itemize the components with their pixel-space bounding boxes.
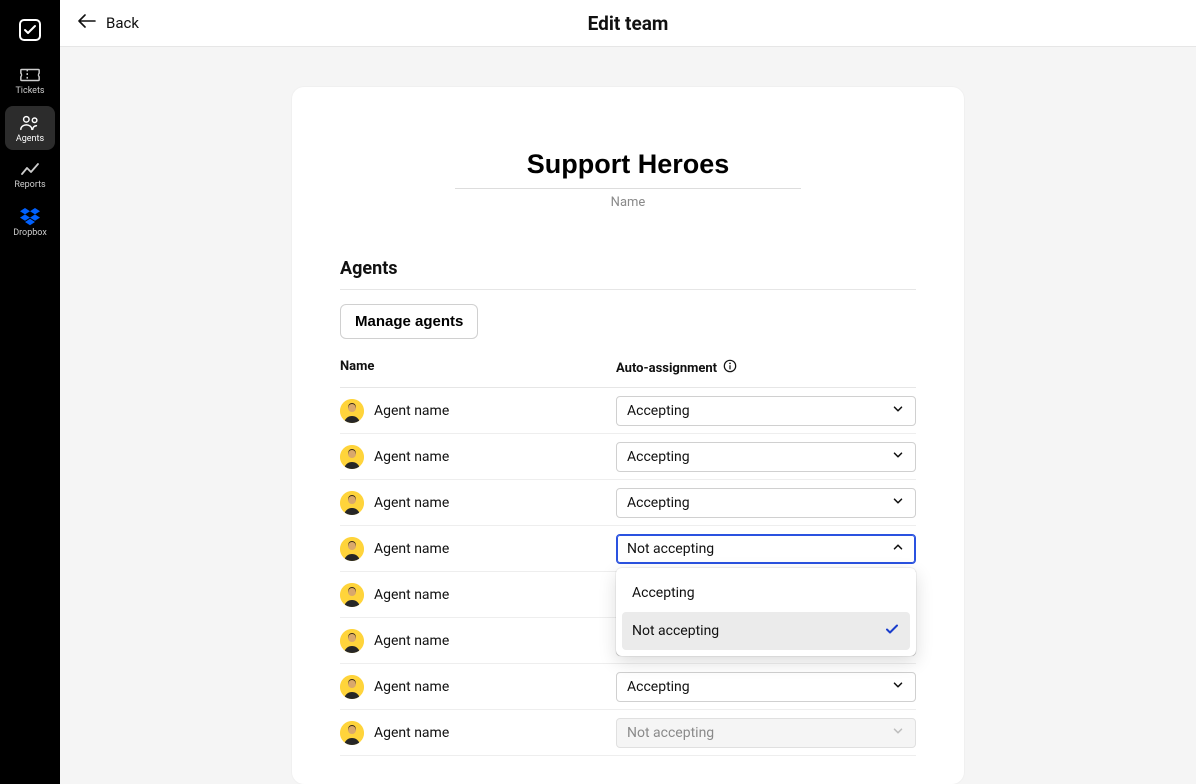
agents-section-title: Agents <box>340 258 916 290</box>
agent-name: Agent name <box>374 541 449 557</box>
main: Back Edit team Name Agents Manage agents… <box>60 0 1196 784</box>
cell-name: Agent name <box>340 629 616 653</box>
chevron-down-icon <box>891 448 905 466</box>
agents-table: Name Auto-assignment <box>340 351 916 756</box>
cell-name: Agent name <box>340 537 616 561</box>
team-name-field: Name <box>340 145 916 210</box>
avatar <box>340 721 364 745</box>
agent-name: Agent name <box>374 449 449 465</box>
dropdown-option-label: Not accepting <box>632 623 719 639</box>
auto-assignment-select[interactable]: Accepting <box>616 442 916 472</box>
agents-icon <box>19 114 41 132</box>
agent-name: Agent name <box>374 633 449 649</box>
cell-auto-assignment: Accepting <box>616 442 916 472</box>
select-value: Accepting <box>627 679 690 695</box>
topbar: Back Edit team <box>60 0 1196 47</box>
auto-assignment-select[interactable]: Accepting <box>616 488 916 518</box>
check-icon <box>884 621 900 641</box>
auto-assignment-select: Not accepting <box>616 718 916 748</box>
chevron-down-icon <box>891 402 905 420</box>
agent-name: Agent name <box>374 679 449 695</box>
sidebar-item-dropbox[interactable]: Dropbox <box>5 200 55 244</box>
info-icon[interactable] <box>723 359 737 377</box>
dropdown-option-label: Accepting <box>632 585 695 601</box>
back-button[interactable]: Back <box>78 14 139 32</box>
table-row: Agent name Not accepting AcceptingNot acc… <box>340 526 916 572</box>
chevron-down-icon <box>891 678 905 696</box>
team-name-label: Name <box>611 195 646 210</box>
auto-assignment-select[interactable]: Not accepting <box>616 534 916 564</box>
edit-team-card: Name Agents Manage agents Name Auto-assi… <box>292 87 964 784</box>
back-label: Back <box>106 14 139 32</box>
sidebar-item-label: Reports <box>14 180 45 190</box>
manage-agents-button[interactable]: Manage agents <box>340 304 478 339</box>
auto-assignment-select[interactable]: Accepting <box>616 672 916 702</box>
cell-auto-assignment: Not accepting <box>616 718 916 748</box>
cell-name: Agent name <box>340 721 616 745</box>
select-value: Accepting <box>627 403 690 419</box>
dropbox-icon <box>20 208 40 226</box>
sidebar-item-label: Agents <box>16 134 44 144</box>
dropdown-option[interactable]: Not accepting <box>622 612 910 650</box>
back-arrow-icon <box>78 14 96 32</box>
sidebar-item-label: Tickets <box>15 86 44 96</box>
cell-auto-assignment: Accepting <box>616 672 916 702</box>
cell-name: Agent name <box>340 445 616 469</box>
chevron-up-icon <box>891 540 905 558</box>
sidebar-item-reports[interactable]: Reports <box>5 154 55 196</box>
avatar <box>340 399 364 423</box>
cell-auto-assignment: Accepting <box>616 396 916 426</box>
select-value: Not accepting <box>627 725 714 741</box>
tickets-icon <box>19 66 41 84</box>
cell-name: Agent name <box>340 583 616 607</box>
page-title: Edit team <box>588 12 669 35</box>
avatar <box>340 537 364 561</box>
table-row: Agent name Accepting <box>340 434 916 480</box>
sidebar-item-label: Dropbox <box>13 228 47 238</box>
avatar <box>340 445 364 469</box>
sidebar: Tickets Agents Reports Dropbox <box>0 0 60 784</box>
agent-name: Agent name <box>374 495 449 511</box>
reports-icon <box>20 162 40 178</box>
table-row: Agent name Accepting <box>340 664 916 710</box>
cell-auto-assignment: Not accepting AcceptingNot accepting <box>616 534 916 564</box>
select-value: Accepting <box>627 449 690 465</box>
table-row: Agent name Accepting <box>340 480 916 526</box>
content: Name Agents Manage agents Name Auto-assi… <box>60 47 1196 784</box>
sidebar-item-agents[interactable]: Agents <box>5 106 55 150</box>
avatar <box>340 583 364 607</box>
column-name: Name <box>340 359 616 377</box>
agent-name: Agent name <box>374 725 449 741</box>
cell-name: Agent name <box>340 675 616 699</box>
sidebar-item-tickets[interactable]: Tickets <box>5 58 55 102</box>
avatar <box>340 491 364 515</box>
team-name-input[interactable] <box>455 145 801 189</box>
agent-name: Agent name <box>374 403 449 419</box>
chevron-down-icon <box>891 724 905 742</box>
cell-name: Agent name <box>340 491 616 515</box>
auto-assignment-select[interactable]: Accepting <box>616 396 916 426</box>
table-row: Agent name Accepting <box>340 388 916 434</box>
auto-assignment-dropdown: Accepting Not accepting <box>616 568 916 656</box>
table-row: Agent name Not accepting <box>340 710 916 756</box>
select-value: Accepting <box>627 495 690 511</box>
app-logo <box>8 8 52 52</box>
chevron-down-icon <box>891 494 905 512</box>
column-auto-assignment: Auto-assignment <box>616 359 916 377</box>
agent-name: Agent name <box>374 587 449 603</box>
table-header: Name Auto-assignment <box>340 351 916 388</box>
cell-name: Agent name <box>340 399 616 423</box>
cell-auto-assignment: Accepting <box>616 488 916 518</box>
select-value: Not accepting <box>627 541 714 557</box>
avatar <box>340 629 364 653</box>
avatar <box>340 675 364 699</box>
dropdown-option[interactable]: Accepting <box>622 574 910 612</box>
